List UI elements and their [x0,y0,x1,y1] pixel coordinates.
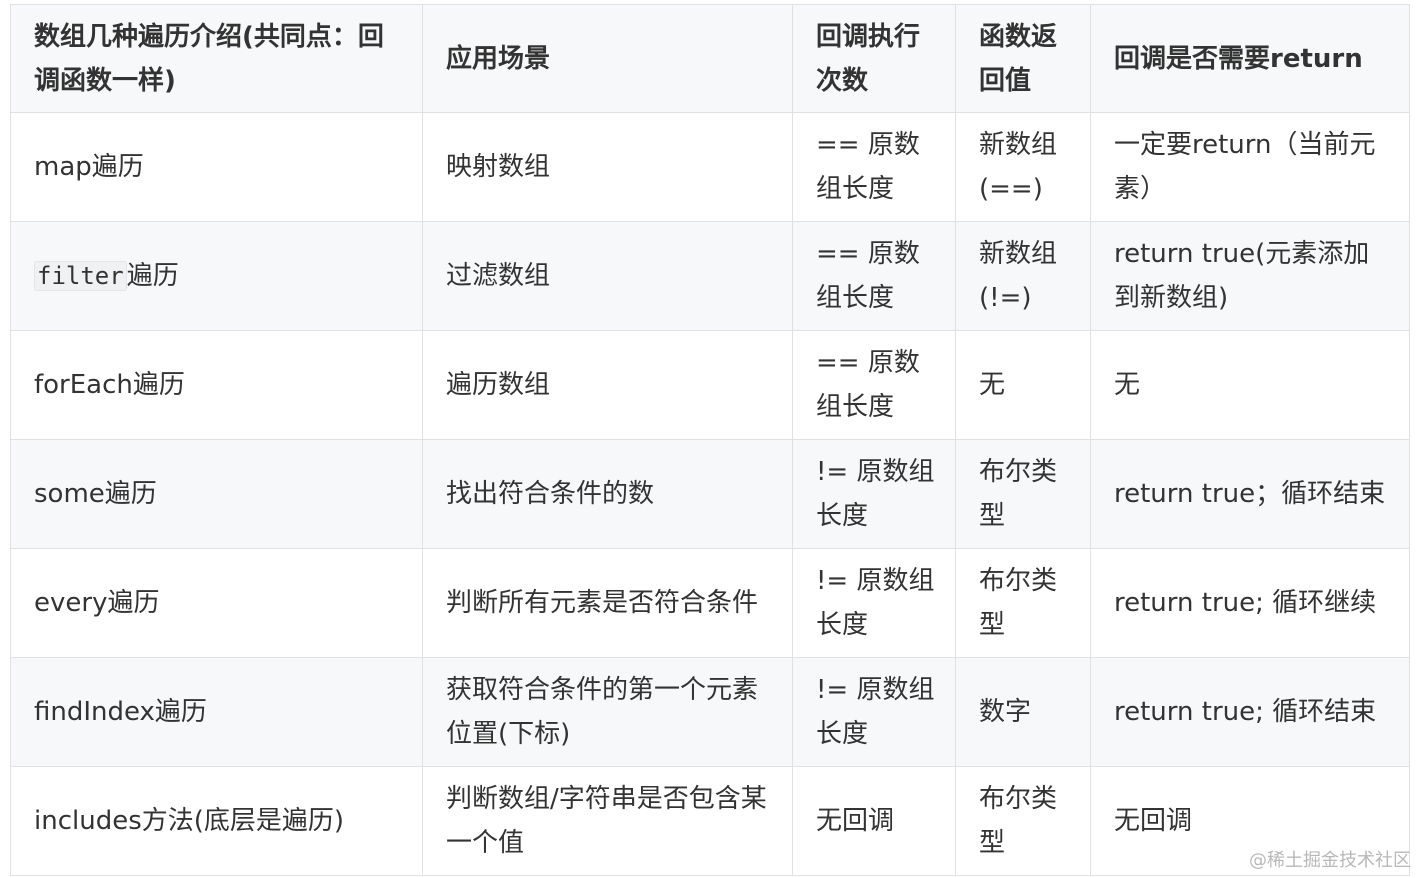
cell-scenario: 遍历数组 [422,330,793,440]
table-row: includes方法(底层是遍历) 判断数组/字符串是否包含某一个值 无回调 布… [10,766,1410,876]
watermark: @稀土掘金技术社区 [1249,850,1411,871]
header-need-return: 回调是否需要return [1090,4,1410,113]
cell-method: filter 遍历 [10,221,423,331]
array-traversal-table: 数组几种遍历介绍(共同点：回调函数一样) 应用场景 回调执行次数 函数返回值 回… [10,4,1410,876]
cell-scenario: 找出符合条件的数 [422,439,793,549]
cell-return-value: 新数组(!=) [955,221,1091,331]
header-method: 数组几种遍历介绍(共同点：回调函数一样) [10,4,423,113]
cell-need-return: 一定要return（当前元素） [1090,112,1410,222]
cell-scenario: 判断所有元素是否符合条件 [422,548,793,658]
cell-need-return: return true；循环结束 [1090,439,1410,549]
cell-scenario: 判断数组/字符串是否包含某一个值 [422,766,793,876]
cell-method: some遍历 [10,439,423,549]
cell-callback-count: != 原数组长度 [792,657,956,767]
header-callback-count: 回调执行次数 [792,4,956,113]
cell-callback-count: 无回调 [792,766,956,876]
cell-return-value: 布尔类型 [955,548,1091,658]
cell-return-value: 无 [955,330,1091,440]
header-return-value: 函数返回值 [955,4,1091,113]
cell-need-return: return true; 循环结束 [1090,657,1410,767]
cell-callback-count: == 原数组长度 [792,112,956,222]
cell-scenario: 映射数组 [422,112,793,222]
table-row: forEach遍历 遍历数组 == 原数组长度 无 无 [10,330,1410,440]
table-row: filter 遍历 过滤数组 == 原数组长度 新数组(!=) return tr… [10,221,1410,331]
cell-method: includes方法(底层是遍历) [10,766,423,876]
table-header-row: 数组几种遍历介绍(共同点：回调函数一样) 应用场景 回调执行次数 函数返回值 回… [10,4,1410,113]
cell-need-return: 无 [1090,330,1410,440]
table-row: every遍历 判断所有元素是否符合条件 != 原数组长度 布尔类型 retur… [10,548,1410,658]
cell-callback-count: == 原数组长度 [792,330,956,440]
cell-return-value: 布尔类型 [955,766,1091,876]
cell-method: findIndex遍历 [10,657,423,767]
cell-method: map遍历 [10,112,423,222]
method-suffix: 遍历 [126,261,179,291]
cell-callback-count: != 原数组长度 [792,548,956,658]
cell-callback-count: == 原数组长度 [792,221,956,331]
cell-need-return: return true(元素添加到新数组) [1090,221,1410,331]
header-scenario: 应用场景 [422,4,793,113]
cell-method: every遍历 [10,548,423,658]
cell-return-value: 布尔类型 [955,439,1091,549]
cell-method: forEach遍历 [10,330,423,440]
table-row: map遍历 映射数组 == 原数组长度 新数组(==) 一定要return（当前… [10,112,1410,222]
method-code-badge: filter 遍历 [34,261,179,291]
method-code: filter [34,261,127,291]
cell-return-value: 新数组(==) [955,112,1091,222]
cell-need-return: return true; 循环继续 [1090,548,1410,658]
cell-callback-count: != 原数组长度 [792,439,956,549]
cell-return-value: 数字 [955,657,1091,767]
table-row: findIndex遍历 获取符合条件的第一个元素位置(下标) != 原数组长度 … [10,657,1410,767]
table-row: some遍历 找出符合条件的数 != 原数组长度 布尔类型 return tru… [10,439,1410,549]
array-traversal-table-container: 数组几种遍历介绍(共同点：回调函数一样) 应用场景 回调执行次数 函数返回值 回… [10,4,1410,876]
cell-scenario: 过滤数组 [422,221,793,331]
cell-scenario: 获取符合条件的第一个元素位置(下标) [422,657,793,767]
